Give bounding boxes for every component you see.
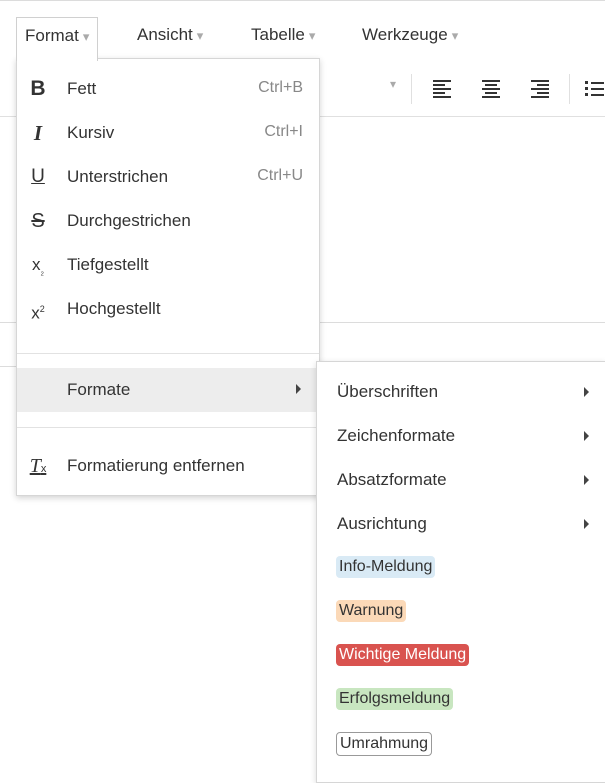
menu-item-bold[interactable]: B Fett Ctrl+B xyxy=(17,67,319,111)
menu-werkzeuge-label: Werkzeuge xyxy=(362,25,448,44)
menu-item-label: Formatierung entfernen xyxy=(67,456,245,475)
menu-divider xyxy=(17,427,319,428)
menu-item-underline[interactable]: U Unterstrichen Ctrl+U xyxy=(17,155,319,199)
shortcut-label: Ctrl+I xyxy=(264,123,303,140)
chevron-down-icon: ▾ xyxy=(82,29,90,44)
submenu-item-label: Überschriften xyxy=(337,382,439,401)
chevron-right-icon xyxy=(584,519,589,529)
menu-werkzeuge[interactable]: Werkzeuge ▾ xyxy=(362,17,458,60)
submenu-item-warning[interactable]: Warnung xyxy=(317,590,605,634)
menu-item-strikethrough[interactable]: S Durchgestrichen xyxy=(17,199,319,243)
menu-tabelle[interactable]: Tabelle ▾ xyxy=(251,17,315,60)
menu-format[interactable]: Format ▾ xyxy=(16,17,99,61)
menu-ansicht-label: Ansicht xyxy=(137,25,193,44)
success-message-badge: Erfolgsmeldung xyxy=(336,688,454,710)
menu-ansicht[interactable]: Ansicht ▾ xyxy=(137,17,203,60)
important-message-badge: Wichtige Meldung xyxy=(336,644,470,666)
submenu-item-blocks[interactable]: Absatzformate xyxy=(317,458,605,502)
chevron-right-icon xyxy=(296,384,301,394)
submenu-item-label: Ausrichtung xyxy=(337,514,427,533)
menu-item-label: Hochgestellt xyxy=(67,299,161,318)
format-dropdown-menu: B Fett Ctrl+B I Kursiv Ctrl+I U Unterstr… xyxy=(16,58,320,496)
chevron-right-icon xyxy=(584,475,589,485)
menu-item-superscript[interactable]: x2 Hochgestellt xyxy=(17,287,319,331)
submenu-item-important-message[interactable]: Wichtige Meldung xyxy=(317,634,605,678)
bold-icon: B xyxy=(30,77,46,100)
chevron-right-icon xyxy=(584,431,589,441)
shortcut-label: Ctrl+B xyxy=(258,79,303,96)
clear-formatting-icon: Tx xyxy=(29,455,47,477)
menu-format-label: Format xyxy=(25,26,79,45)
bullet-list-icon[interactable] xyxy=(584,78,604,98)
strikethrough-icon: S xyxy=(31,210,45,232)
menu-item-label: Durchgestrichen xyxy=(67,211,191,230)
subscript-icon: x₂ xyxy=(32,255,44,277)
warning-badge: Warnung xyxy=(336,600,407,622)
align-right-icon[interactable] xyxy=(530,78,550,98)
menu-item-formats[interactable]: Formate xyxy=(17,368,319,412)
chevron-down-icon: ▾ xyxy=(308,28,316,43)
submenu-item-info-message[interactable]: Info-Meldung xyxy=(317,546,605,590)
menubar: Format ▾ Ansicht ▾ Tabelle ▾ Werkzeuge ▾ xyxy=(0,0,605,61)
submenu-item-inline[interactable]: Zeichenformate xyxy=(317,414,605,458)
italic-icon: I xyxy=(33,121,43,145)
formats-submenu: Überschriften Zeichenformate Absatzforma… xyxy=(316,361,605,783)
toolbar-divider xyxy=(569,74,570,104)
frame-badge: Umrahmung xyxy=(336,732,433,756)
menu-item-label: Tiefgestellt xyxy=(67,255,149,274)
underline-icon: U xyxy=(31,166,45,187)
chevron-down-icon: ▾ xyxy=(451,28,459,43)
menu-item-label: Formate xyxy=(67,380,131,399)
info-message-badge: Info-Meldung xyxy=(336,556,436,578)
menu-tabelle-label: Tabelle xyxy=(251,25,305,44)
submenu-item-label: Absatzformate xyxy=(337,470,447,489)
chevron-down-icon[interactable]: ▾ xyxy=(390,77,396,91)
menu-divider xyxy=(17,353,319,354)
menu-item-label: Fett xyxy=(67,79,97,98)
superscript-icon: x2 xyxy=(31,303,45,323)
submenu-item-success-message[interactable]: Erfolgsmeldung xyxy=(317,678,605,722)
submenu-item-label: Zeichenformate xyxy=(337,426,456,445)
submenu-item-frame[interactable]: Umrahmung xyxy=(317,722,605,766)
editor-divider xyxy=(0,366,16,367)
menu-item-subscript[interactable]: x₂ Tiefgestellt xyxy=(17,243,319,287)
chevron-right-icon xyxy=(584,387,589,397)
align-center-icon[interactable] xyxy=(481,78,501,98)
align-left-icon[interactable] xyxy=(432,78,452,98)
menu-item-label: Kursiv xyxy=(67,123,115,142)
chevron-down-icon: ▾ xyxy=(196,28,204,43)
menu-item-italic[interactable]: I Kursiv Ctrl+I xyxy=(17,111,319,155)
menu-item-label: Unterstrichen xyxy=(67,167,169,186)
submenu-item-alignment[interactable]: Ausrichtung xyxy=(317,502,605,546)
menu-item-clear-formatting[interactable]: Tx Formatierung entfernen xyxy=(17,444,319,488)
submenu-item-headings[interactable]: Überschriften xyxy=(317,370,605,414)
shortcut-label: Ctrl+U xyxy=(257,167,303,184)
toolbar-divider xyxy=(411,74,412,104)
